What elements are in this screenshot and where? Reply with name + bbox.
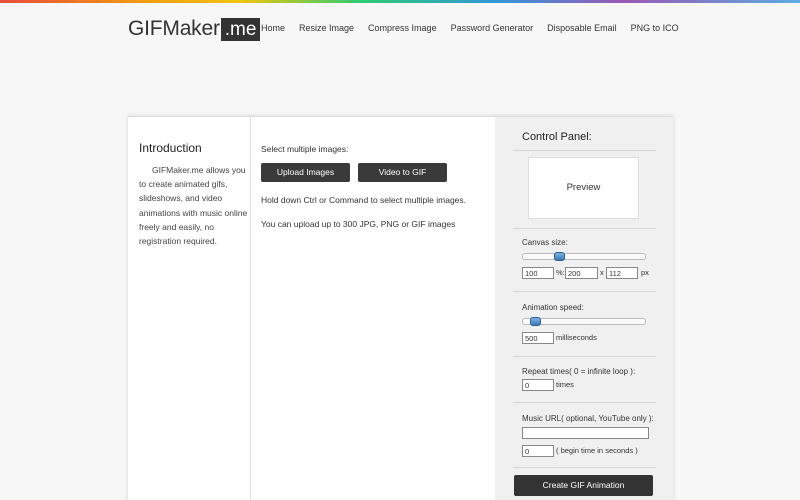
nav-png-to-ico[interactable]: PNG to ICO [631, 23, 679, 33]
slider-handle[interactable] [530, 317, 541, 326]
canvas-size-slider[interactable] [522, 252, 646, 261]
nav-resize-image[interactable]: Resize Image [299, 23, 354, 33]
nav-password-generator[interactable]: Password Generator [451, 23, 534, 33]
music-url-label: Music URL( optional, YouTube only ): [522, 414, 654, 423]
nav-home[interactable]: Home [261, 23, 285, 33]
begin-time-unit: ( begin time in seconds ) [556, 446, 638, 455]
divider [513, 291, 656, 292]
nav-compress-image[interactable]: Compress Image [368, 23, 437, 33]
divider [513, 356, 656, 357]
intro-text: GIFMaker.me allows you to create animate… [139, 165, 248, 247]
canvas-height-input[interactable] [606, 267, 638, 279]
animation-speed-label: Animation speed: [522, 303, 584, 312]
main-nav: Home Resize Image Compress Image Passwor… [261, 23, 693, 33]
top-color-strip [0, 0, 800, 3]
speed-input[interactable] [522, 332, 554, 344]
intro-title: Introduction [139, 141, 202, 155]
repeat-times-label: Repeat times( 0 = infinite loop ): [522, 367, 636, 376]
logo-text: GIFMaker [128, 17, 220, 40]
nav-disposable-email[interactable]: Disposable Email [547, 23, 617, 33]
canvas-width-input[interactable] [565, 267, 598, 279]
divider [513, 402, 656, 403]
video-to-gif-button[interactable]: Video to GIF [358, 163, 447, 182]
music-begin-input[interactable] [522, 445, 554, 457]
size-separator: x [600, 268, 604, 277]
main-card: Introduction GIFMaker.me allows you to c… [128, 116, 673, 500]
create-gif-button[interactable]: Create GIF Animation [514, 475, 653, 496]
divider [513, 467, 656, 468]
animation-speed-slider[interactable] [522, 317, 646, 326]
repeat-input[interactable] [522, 379, 554, 391]
slider-handle[interactable] [554, 252, 565, 261]
select-images-label: Select multiple images: [261, 144, 349, 154]
divider [513, 228, 656, 229]
upload-images-button[interactable]: Upload Images [261, 163, 350, 182]
divider [513, 150, 656, 151]
site-logo[interactable]: GIFMaker .me [128, 17, 261, 41]
canvas-percent-input[interactable] [522, 267, 554, 279]
percent-unit: %: [556, 268, 565, 277]
music-url-input[interactable] [522, 427, 649, 439]
px-unit: px [641, 268, 649, 277]
intro-column: Introduction GIFMaker.me allows you to c… [128, 117, 251, 500]
control-panel-title: Control Panel: [522, 131, 592, 143]
repeat-unit: times [556, 380, 574, 389]
canvas-size-label: Canvas size: [522, 238, 568, 247]
ctrl-note: Hold down Ctrl or Command to select mult… [261, 195, 467, 205]
preview-box: Preview [528, 157, 639, 219]
speed-unit: milliseconds [556, 333, 597, 342]
upload-column: Select multiple images: Upload Images Vi… [261, 144, 491, 243]
control-panel: Control Panel: Preview Canvas size: %: x… [495, 117, 673, 500]
upload-limit-note: You can upload up to 300 JPG, PNG or GIF… [261, 219, 456, 229]
logo-tld: .me [220, 17, 261, 41]
